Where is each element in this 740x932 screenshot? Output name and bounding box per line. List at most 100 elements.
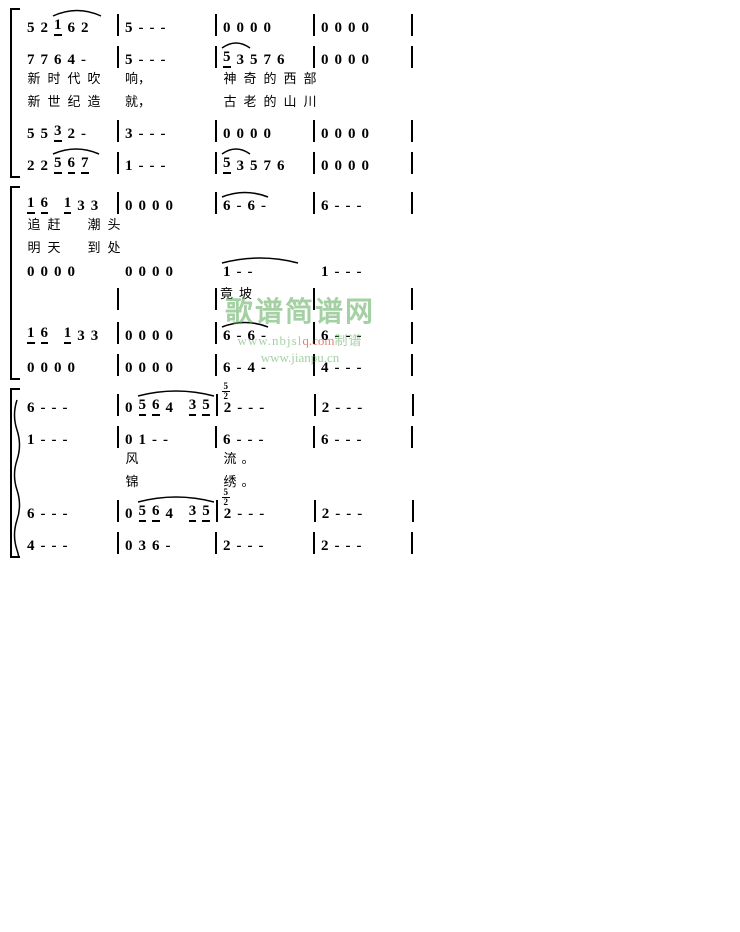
dash-46: - <box>163 432 168 449</box>
lc-29: 风 <box>125 448 139 467</box>
bar-20 <box>411 192 413 214</box>
note-1a: 1 <box>125 158 133 175</box>
dash-64: - <box>63 538 68 555</box>
note-0g: 0 <box>348 20 356 37</box>
measure-9: 5 5 3 2 - <box>24 123 114 143</box>
lyric-m3: 神 奇 的 西 部 <box>220 68 320 87</box>
note-2-r12: 2 <box>223 538 231 555</box>
period-1: 。 <box>241 448 255 467</box>
note-6-ul2: 6 <box>41 325 49 345</box>
row-1-notes: 5 2 1 6 2 5 - <box>24 8 730 36</box>
bar-48 <box>411 532 413 554</box>
bar-12 <box>411 120 413 142</box>
dash-1: - <box>139 20 144 37</box>
measure-19: 6 - 6 - <box>220 198 310 215</box>
note-0ay: 0 <box>125 506 133 523</box>
note-1-r10: 1 <box>27 432 35 449</box>
frac-den2: 2 <box>224 498 229 507</box>
dash-32: - <box>357 360 362 377</box>
note-6: 6 <box>68 20 76 37</box>
section-3-bracket-container <box>10 388 20 558</box>
bar-14 <box>215 152 217 174</box>
bar-1 <box>117 14 119 36</box>
section-3-content: 6 - - - 0 5 6 4 <box>24 388 730 558</box>
bar-29 <box>117 354 119 376</box>
lyric-jing: 竟 <box>220 283 233 302</box>
bar-8 <box>411 46 413 68</box>
note-6f: 6 <box>223 198 231 215</box>
note-0f: 0 <box>335 20 343 37</box>
dash-43: - <box>52 432 57 449</box>
dash-33: - <box>41 400 46 417</box>
bar-17 <box>117 192 119 214</box>
note-2e: 2 <box>41 158 49 175</box>
lyric-m3b: 古 老 的 山 川 <box>220 91 320 110</box>
note-0ag: 0 <box>125 264 133 281</box>
note-0ap: 0 <box>41 360 49 377</box>
row-2-notes: 7 7 6 4 - 5 - - - <box>24 40 730 68</box>
note-6b: 6 <box>54 52 62 69</box>
measure-31: 6 - 4 - <box>220 360 310 377</box>
note-6g: 6 <box>248 198 256 215</box>
measure-32: 4 - - - <box>318 360 408 377</box>
note-6j: 6 <box>248 328 256 345</box>
dash-9: - <box>139 126 144 143</box>
bar-39 <box>313 426 315 448</box>
note-6d: 6 <box>277 158 285 175</box>
note-3c: 3 <box>237 158 245 175</box>
dash-31: - <box>346 360 351 377</box>
lc-30: 流 <box>223 448 237 467</box>
dash-14: - <box>161 158 166 175</box>
dash-29: - <box>261 360 266 377</box>
tie-group-4: 5 3 <box>220 155 247 175</box>
arc-group-6: 1 - - <box>220 264 256 281</box>
dash-62: - <box>41 538 46 555</box>
note-6-r10b: 6 <box>321 432 329 449</box>
note-7c: 7 <box>264 52 272 69</box>
dash-57: - <box>248 506 253 523</box>
dash-34: - <box>52 400 57 417</box>
note-0ar: 0 <box>68 360 76 377</box>
note-7b: 7 <box>41 52 49 69</box>
note-5-underline: 5 <box>223 49 231 69</box>
measure-23: 1 - - 竟 坡 <box>220 264 310 302</box>
measure-44: 2 - - - <box>319 506 409 523</box>
note-0ai: 0 <box>152 264 160 281</box>
lyric-m5b: 明 天 到 处 <box>24 237 124 256</box>
note-1-underline: 1 <box>54 17 62 37</box>
note-3-b9: 3 <box>189 503 197 523</box>
lc-3: 代 <box>67 68 81 87</box>
lc-11: 新 <box>27 91 41 110</box>
lc-9: 西 <box>283 68 297 87</box>
measure-5: 7 7 6 4 - <box>24 52 114 69</box>
note-5b: 5 <box>125 20 133 37</box>
note-0p: 0 <box>264 126 272 143</box>
section-1: 5 2 1 6 2 5 - <box>10 8 730 178</box>
lyrics-row-1: 新 时 代 吹 响， 神 奇 的 西 部 <box>24 68 730 87</box>
frac-num2: 5 <box>224 488 229 497</box>
dash-30: - <box>335 360 340 377</box>
measure-14: 1 - - - <box>122 158 212 175</box>
spacer-b8 <box>179 400 183 417</box>
note-5c: 5 <box>125 52 133 69</box>
note-0ab: 0 <box>166 198 174 215</box>
bar-27 <box>313 322 315 344</box>
dash-45: - <box>152 432 157 449</box>
row-4-notes: 2 2 5 6 7 1 - - - <box>24 146 730 174</box>
bar-42 <box>216 500 218 522</box>
note-6-r10: 6 <box>223 432 231 449</box>
note-5f: 5 <box>41 126 49 143</box>
bar-13 <box>117 152 119 174</box>
measure-35: 5 2 2 - - - <box>221 400 311 417</box>
bar-19 <box>313 192 315 214</box>
lyrics-row-6: 锦 绣 。 <box>24 471 730 490</box>
lc-13: 纪 <box>67 91 81 110</box>
wavy-bracket <box>12 390 22 556</box>
lyrics-row-3: 追 赶 潮 头 <box>24 214 730 233</box>
bar-25 <box>117 322 119 344</box>
note-0ao: 0 <box>27 360 35 377</box>
dash-13: - <box>150 158 155 175</box>
dash-52: - <box>357 432 362 449</box>
measure-3: 0 0 0 0 <box>220 20 310 37</box>
lc-21: 追 <box>27 214 41 233</box>
